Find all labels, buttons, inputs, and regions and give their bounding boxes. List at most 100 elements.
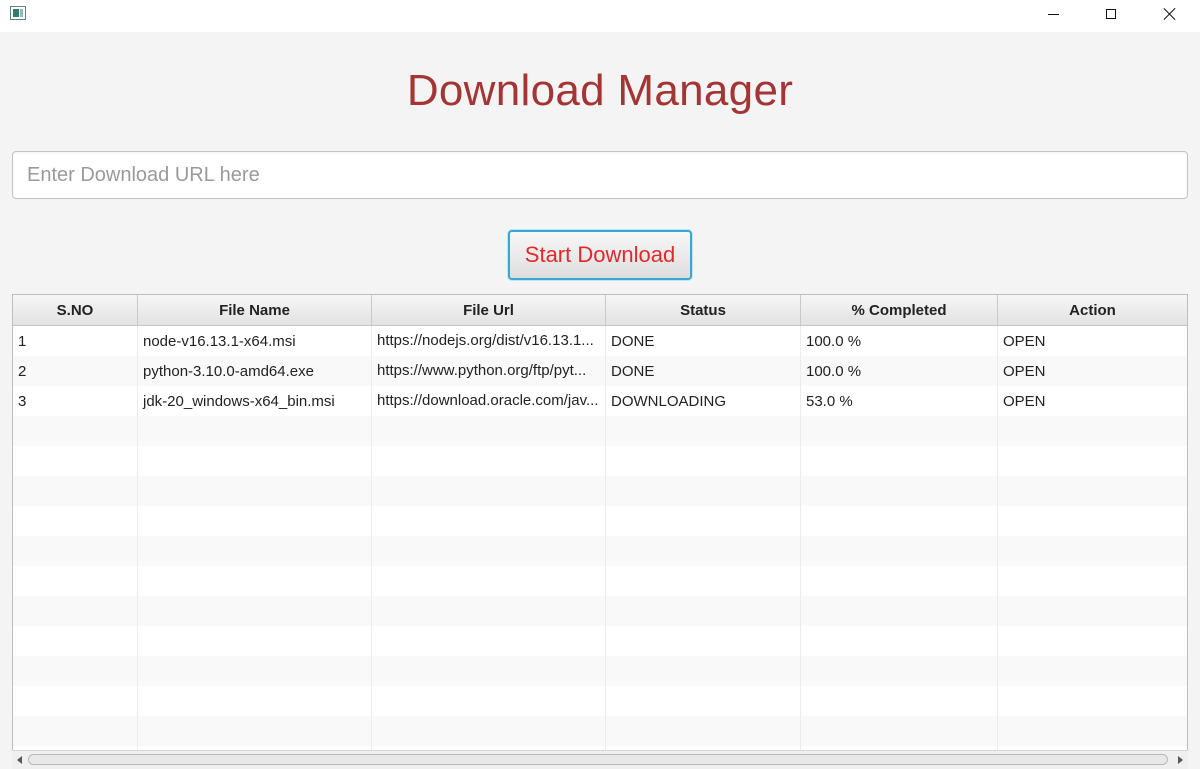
empty-cell xyxy=(138,626,372,656)
empty-cell xyxy=(998,686,1187,716)
table-body: 1 node-v16.13.1-x64.msi https://nodejs.o… xyxy=(13,326,1187,768)
empty-cell xyxy=(998,416,1187,446)
empty-cell xyxy=(13,476,138,506)
column-header-sno[interactable]: S.NO xyxy=(13,295,138,325)
cell-file-name: node-v16.13.1-x64.msi xyxy=(138,326,372,356)
table-header: S.NO File Name File Url Status % Complet… xyxy=(13,295,1187,326)
empty-cell xyxy=(13,506,138,536)
start-download-button[interactable]: Start Download xyxy=(508,230,692,280)
empty-cell xyxy=(606,686,801,716)
cell-action-open[interactable]: OPEN xyxy=(998,326,1187,356)
empty-cell xyxy=(998,656,1187,686)
empty-cell xyxy=(372,656,606,686)
table-row[interactable]: 3 jdk-20_windows-x64_bin.msi https://dow… xyxy=(13,386,1187,416)
column-header-file-url[interactable]: File Url xyxy=(372,295,606,325)
empty-cell xyxy=(13,566,138,596)
empty-cell xyxy=(801,626,998,656)
title-bar xyxy=(0,0,1200,32)
empty-table-row xyxy=(13,656,1187,686)
downloads-table: S.NO File Name File Url Status % Complet… xyxy=(12,294,1188,769)
empty-cell xyxy=(138,476,372,506)
app-icon xyxy=(10,6,26,20)
empty-cell xyxy=(13,596,138,626)
empty-cell xyxy=(801,716,998,746)
empty-cell xyxy=(13,446,138,476)
empty-cell xyxy=(13,536,138,566)
empty-cell xyxy=(372,416,606,446)
empty-cell xyxy=(13,656,138,686)
scrollbar-thumb[interactable] xyxy=(28,754,1168,765)
empty-cell xyxy=(138,596,372,626)
cell-completed: 100.0 % xyxy=(801,356,998,386)
empty-cell xyxy=(372,626,606,656)
empty-cell xyxy=(606,716,801,746)
empty-cell xyxy=(801,686,998,716)
empty-cell xyxy=(372,566,606,596)
cell-file-url: https://download.oracle.com/jav... xyxy=(372,386,606,416)
empty-cell xyxy=(606,626,801,656)
cell-completed: 53.0 % xyxy=(801,386,998,416)
empty-cell xyxy=(998,596,1187,626)
empty-cell xyxy=(801,566,998,596)
empty-cell xyxy=(801,656,998,686)
empty-cell xyxy=(801,476,998,506)
empty-cell xyxy=(998,506,1187,536)
cell-file-name: python-3.10.0-amd64.exe xyxy=(138,356,372,386)
empty-table-row xyxy=(13,686,1187,716)
close-icon xyxy=(1163,7,1177,21)
table-row[interactable]: 2 python-3.10.0-amd64.exe https://www.py… xyxy=(13,356,1187,386)
cell-file-url: https://nodejs.org/dist/v16.13.1... xyxy=(372,326,606,356)
empty-cell xyxy=(138,566,372,596)
scroll-left-arrow-icon[interactable] xyxy=(17,756,22,764)
empty-cell xyxy=(372,506,606,536)
cell-status: DOWNLOADING xyxy=(606,386,801,416)
empty-cell xyxy=(998,566,1187,596)
table-row[interactable]: 1 node-v16.13.1-x64.msi https://nodejs.o… xyxy=(13,326,1187,356)
empty-table-row xyxy=(13,446,1187,476)
maximize-button[interactable] xyxy=(1088,0,1134,28)
cell-action-open[interactable]: OPEN xyxy=(998,356,1187,386)
horizontal-scrollbar[interactable] xyxy=(12,750,1188,769)
cell-sno: 3 xyxy=(13,386,138,416)
empty-cell xyxy=(998,716,1187,746)
empty-cell xyxy=(372,476,606,506)
scroll-right-arrow-icon[interactable] xyxy=(1178,756,1183,764)
column-header-completed[interactable]: % Completed xyxy=(801,295,998,325)
maximize-icon xyxy=(1106,9,1116,19)
column-header-status[interactable]: Status xyxy=(606,295,801,325)
empty-cell xyxy=(13,716,138,746)
empty-cell xyxy=(998,476,1187,506)
empty-cell xyxy=(372,686,606,716)
column-header-action[interactable]: Action xyxy=(998,295,1187,325)
empty-cell xyxy=(372,596,606,626)
empty-cell xyxy=(138,686,372,716)
cell-status: DONE xyxy=(606,326,801,356)
minimize-button[interactable] xyxy=(1030,0,1076,28)
empty-cell xyxy=(801,596,998,626)
empty-cell xyxy=(801,536,998,566)
column-header-file-name[interactable]: File Name xyxy=(138,295,372,325)
empty-table-row xyxy=(13,536,1187,566)
empty-rows xyxy=(13,416,1187,768)
empty-table-row xyxy=(13,596,1187,626)
cell-file-name: jdk-20_windows-x64_bin.msi xyxy=(138,386,372,416)
download-url-input[interactable] xyxy=(12,151,1188,199)
cell-completed: 100.0 % xyxy=(801,326,998,356)
empty-cell xyxy=(138,656,372,686)
empty-cell xyxy=(998,626,1187,656)
cell-action-open[interactable]: OPEN xyxy=(998,386,1187,416)
empty-cell xyxy=(138,416,372,446)
empty-cell xyxy=(138,446,372,476)
empty-cell xyxy=(606,536,801,566)
page-title: Download Manager xyxy=(406,66,794,115)
empty-cell xyxy=(998,446,1187,476)
empty-cell xyxy=(801,446,998,476)
empty-table-row xyxy=(13,476,1187,506)
empty-cell xyxy=(13,686,138,716)
empty-table-row xyxy=(13,626,1187,656)
empty-cell xyxy=(606,416,801,446)
empty-cell xyxy=(998,536,1187,566)
cell-sno: 2 xyxy=(13,356,138,386)
empty-cell xyxy=(606,566,801,596)
close-button[interactable] xyxy=(1147,0,1193,28)
